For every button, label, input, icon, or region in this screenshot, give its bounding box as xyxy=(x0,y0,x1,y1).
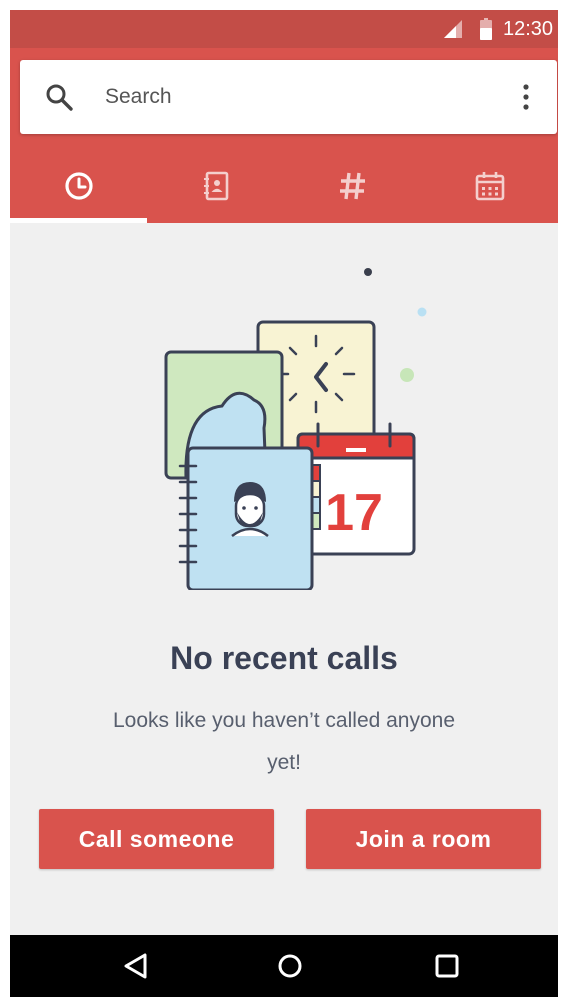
empty-state-illustration: 17 xyxy=(164,268,427,590)
contacts-book-icon xyxy=(203,171,228,200)
decor-dot-blue xyxy=(417,307,427,317)
join-room-button[interactable]: Join a room xyxy=(306,809,541,869)
signal-icon xyxy=(444,20,462,38)
search-bar[interactable] xyxy=(20,60,557,134)
search-input[interactable] xyxy=(105,80,485,114)
more-vertical-icon[interactable] xyxy=(520,82,532,112)
recents-icon[interactable] xyxy=(429,948,465,984)
tab-dialpad[interactable] xyxy=(284,148,421,223)
app-bar xyxy=(10,48,558,223)
tab-contacts[interactable] xyxy=(147,148,284,223)
system-nav-bar xyxy=(10,935,558,997)
clock-icon xyxy=(64,171,93,200)
battery-icon xyxy=(480,18,492,40)
tab-calendar[interactable] xyxy=(421,148,558,223)
back-icon[interactable] xyxy=(118,948,154,984)
status-time: 12:30 xyxy=(503,18,554,40)
calendar-icon xyxy=(475,171,504,200)
tab-bar xyxy=(10,148,558,223)
hash-icon xyxy=(339,172,365,199)
call-someone-button[interactable]: Call someone xyxy=(39,809,274,869)
home-icon[interactable] xyxy=(272,948,308,984)
search-icon[interactable] xyxy=(44,82,74,112)
tab-recents[interactable] xyxy=(10,148,147,223)
empty-state-title: No recent calls xyxy=(170,640,398,676)
contact-notebook-icon xyxy=(178,446,321,590)
decor-dot-green xyxy=(400,368,414,382)
phone-screen: 12:30 Search 17 No recent calls Looks li… xyxy=(10,10,558,997)
active-tab-indicator xyxy=(10,218,147,223)
empty-state-subtitle: Looks like you haven’t called anyone yet… xyxy=(112,709,456,774)
calendar-day-number: 17 xyxy=(325,484,383,542)
decor-dot-dark xyxy=(364,268,372,276)
status-bar: 12:30 xyxy=(10,10,558,48)
